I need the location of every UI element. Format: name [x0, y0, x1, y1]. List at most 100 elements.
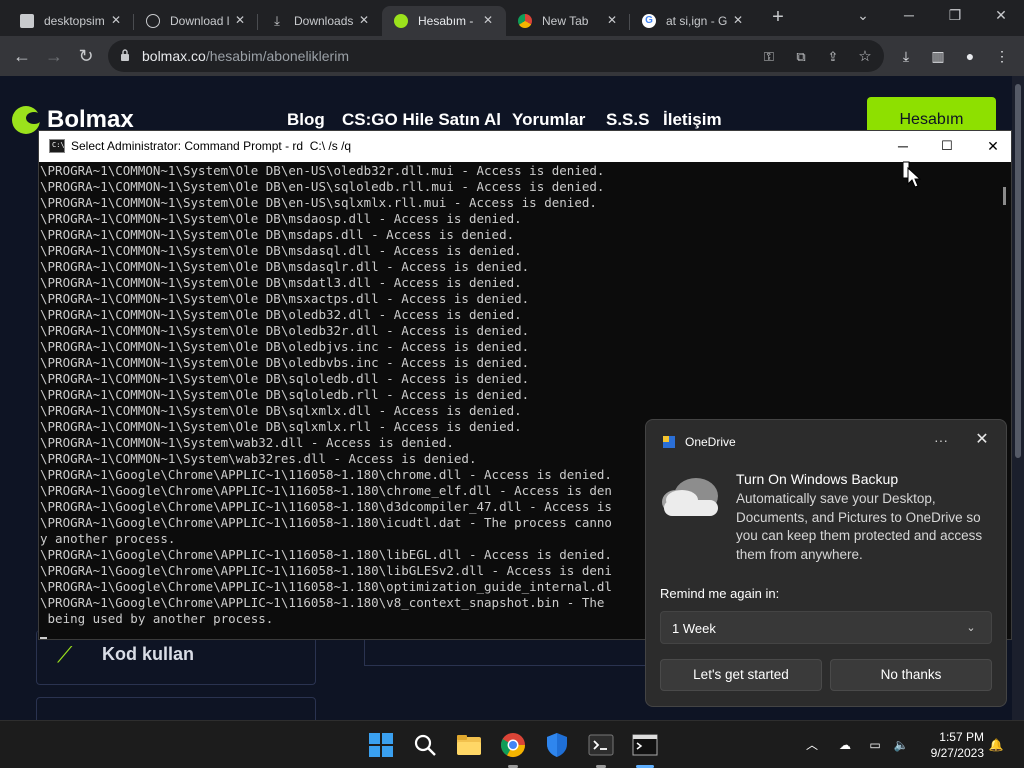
cmd-output-line: \PROGRA~1\COMMON~1\System\Ole DB\oledb32… — [40, 307, 522, 322]
reload-icon[interactable]: ↻ — [74, 44, 98, 68]
new-tab-button[interactable]: + — [766, 6, 790, 30]
cmd-output-line: \PROGRA~1\COMMON~1\System\Ole DB\oledbvb… — [40, 355, 530, 370]
onedrive-tray-icon[interactable]: ☁ — [836, 737, 854, 753]
nav-iletisim[interactable]: İletişim — [663, 110, 722, 130]
cmd-output-line: \PROGRA~1\COMMON~1\System\Ole DB\sqlxmlx… — [40, 403, 522, 418]
cmd-output-line: \PROGRA~1\COMMON~1\System\Ole DB\msdasql… — [40, 243, 522, 258]
restore-icon[interactable]: ❐ — [932, 0, 978, 30]
browser-tab-strip: desktopsim ✕ Download l ✕ ⤓ Downloads ✕ … — [0, 0, 1024, 36]
download-icon[interactable]: ⤓ — [896, 46, 916, 66]
cmd-output-line: \PROGRA~1\COMMON~1\System\Ole DB\sqloled… — [40, 387, 530, 402]
cmd-output-line: \PROGRA~1\COMMON~1\System\Ole DB\msdaps.… — [40, 227, 515, 242]
cmd-maximize-icon[interactable]: ☐ — [933, 135, 961, 157]
windows-start-icon[interactable] — [367, 731, 395, 759]
tab-label: at si,ign - G — [666, 14, 728, 28]
url-domain: bolmax.co — [142, 48, 206, 64]
tab-downloads[interactable]: ⤓ Downloads ✕ — [258, 6, 382, 36]
notification-bell-icon[interactable]: 🔔 — [987, 737, 1005, 753]
bolmax-icon — [394, 14, 408, 28]
toast-description: Automatically save your Desktop, Documen… — [736, 491, 983, 562]
code-icon: ⟋ — [57, 642, 73, 667]
star-icon[interactable]: ☆ — [856, 48, 874, 66]
bolmax-logo-icon[interactable] — [12, 106, 42, 134]
cmd-minimize-icon[interactable]: ─ — [889, 135, 917, 157]
google-icon: G — [642, 14, 656, 28]
lets-get-started-button[interactable]: Let's get started — [660, 659, 822, 691]
close-icon[interactable]: ✕ — [604, 13, 620, 27]
key-icon[interactable]: ⚿ — [760, 48, 778, 66]
scrollbar-thumb[interactable] — [1015, 84, 1021, 458]
terminal-icon[interactable] — [587, 731, 615, 759]
defender-shield-icon[interactable] — [543, 731, 571, 759]
translate-icon[interactable]: ⧉ — [792, 48, 810, 66]
page-scrollbar[interactable] — [1012, 76, 1024, 730]
side-panel-icon[interactable]: ▥ — [928, 46, 948, 66]
tab-label: Hesabım - — [418, 14, 474, 28]
menu-dots-icon[interactable]: ⋮ — [992, 46, 1012, 66]
chevron-up-icon[interactable]: ︿ — [803, 737, 821, 753]
close-icon[interactable]: ✕ — [972, 430, 992, 450]
cmd-output-line: \PROGRA~1\COMMON~1\System\Ole DB\en-US\s… — [40, 195, 597, 210]
profile-icon[interactable]: ● — [960, 46, 980, 66]
tab-label: Download l — [170, 14, 230, 28]
download-icon: ⤓ — [274, 13, 280, 28]
cmd-cursor — [40, 637, 47, 639]
remind-select[interactable]: 1 Week ⌄ — [660, 611, 992, 644]
browser-toolbar: ← → ↻ bolmax.co/hesabim/aboneliklerim ⚿ … — [0, 36, 1024, 76]
tab-search-chevron-icon[interactable]: ⌄ — [840, 0, 886, 30]
nav-blog[interactable]: Blog — [287, 110, 325, 130]
back-arrow-icon[interactable]: ← — [10, 44, 34, 68]
volume-muted-icon[interactable]: 🔈 — [892, 737, 910, 753]
cmd-title-bar[interactable]: C:\ Select Administrator: Command Prompt… — [39, 131, 1011, 162]
no-thanks-button[interactable]: No thanks — [830, 659, 992, 691]
cmd-app-icon: C:\ — [49, 139, 65, 153]
cmd-output-line: \PROGRA~1\COMMON~1\System\Ole DB\en-US\s… — [40, 179, 605, 194]
chrome-icon — [518, 14, 532, 28]
close-icon[interactable]: ✕ — [480, 13, 496, 27]
cmd-output-line: \PROGRA~1\COMMON~1\System\Ole DB\msdasql… — [40, 259, 530, 274]
tab-new-tab[interactable]: New Tab ✕ — [506, 6, 630, 36]
close-icon[interactable]: ✕ — [356, 13, 372, 27]
windows-taskbar: ︿ ☁ ▭ 🔈 1:57 PM 9/27/2023 🔔 — [0, 720, 1024, 768]
tab-hesabim[interactable]: Hesabım - ✕ — [382, 6, 506, 36]
cmd-scrollbar-thumb[interactable] — [1003, 187, 1006, 205]
file-explorer-icon[interactable] — [455, 731, 483, 759]
cmd-output-line: \PROGRA~1\COMMON~1\System\Ole DB\oledb32… — [40, 323, 530, 338]
cmd-close-icon[interactable]: ✕ — [979, 135, 1007, 157]
minimize-icon[interactable]: ─ — [886, 0, 932, 30]
cmd-output-line: \PROGRA~1\COMMON~1\System\Ole DB\sqloled… — [40, 371, 530, 386]
clock-time[interactable]: 1:57 PM — [928, 730, 984, 744]
url-text[interactable]: bolmax.co/hesabim/aboneliklerim — [142, 48, 349, 64]
cmd-output-line: \PROGRA~1\COMMON~1\System\Ole DB\oledbjv… — [40, 339, 530, 354]
chrome-icon[interactable] — [499, 731, 527, 759]
share-icon[interactable]: ⇪ — [824, 48, 842, 66]
bookmark-icon — [20, 14, 34, 28]
onedrive-notification[interactable]: OneDrive ··· ✕ Turn On Windows Backup Au… — [645, 419, 1007, 707]
mouse-cursor-icon — [903, 161, 922, 188]
globe-icon — [146, 14, 160, 28]
clock-date[interactable]: 9/27/2023 — [918, 746, 984, 760]
network-icon[interactable]: ▭ — [866, 737, 884, 753]
address-bar[interactable]: bolmax.co/hesabim/aboneliklerim ⚿ ⧉ ⇪ ☆ — [108, 40, 884, 72]
close-icon[interactable]: ✕ — [232, 13, 248, 27]
nav-csgo[interactable]: CS:GO Hile Satın Al — [342, 110, 501, 130]
lock-icon[interactable] — [120, 48, 130, 62]
tab-google-search[interactable]: G at si,ign - G ✕ — [630, 6, 756, 36]
more-options-icon[interactable]: ··· — [930, 432, 952, 450]
search-icon[interactable] — [411, 731, 439, 759]
tab-download[interactable]: Download l ✕ — [134, 6, 258, 36]
tab-desktopsim[interactable]: desktopsim ✕ — [8, 6, 134, 36]
forward-arrow-icon[interactable]: → — [42, 44, 66, 68]
close-window-icon[interactable]: ✕ — [978, 0, 1024, 30]
onedrive-app-icon — [663, 436, 675, 448]
close-icon[interactable]: ✕ — [730, 13, 746, 27]
cmd-output-line: \PROGRA~1\COMMON~1\System\Ole DB\msdaosp… — [40, 211, 522, 226]
card-label: Kod kullan — [102, 644, 195, 664]
cmd-title: Select Administrator: Command Prompt - r… — [71, 139, 352, 153]
remind-label: Remind me again in: — [660, 586, 780, 601]
command-prompt-icon[interactable] — [631, 731, 659, 759]
close-icon[interactable]: ✕ — [108, 13, 124, 27]
nav-sss[interactable]: S.S.S — [606, 110, 649, 130]
cmd-output-line: \PROGRA~1\COMMON~1\System\Ole DB\en-US\o… — [40, 163, 605, 178]
nav-yorumlar[interactable]: Yorumlar — [512, 110, 585, 130]
